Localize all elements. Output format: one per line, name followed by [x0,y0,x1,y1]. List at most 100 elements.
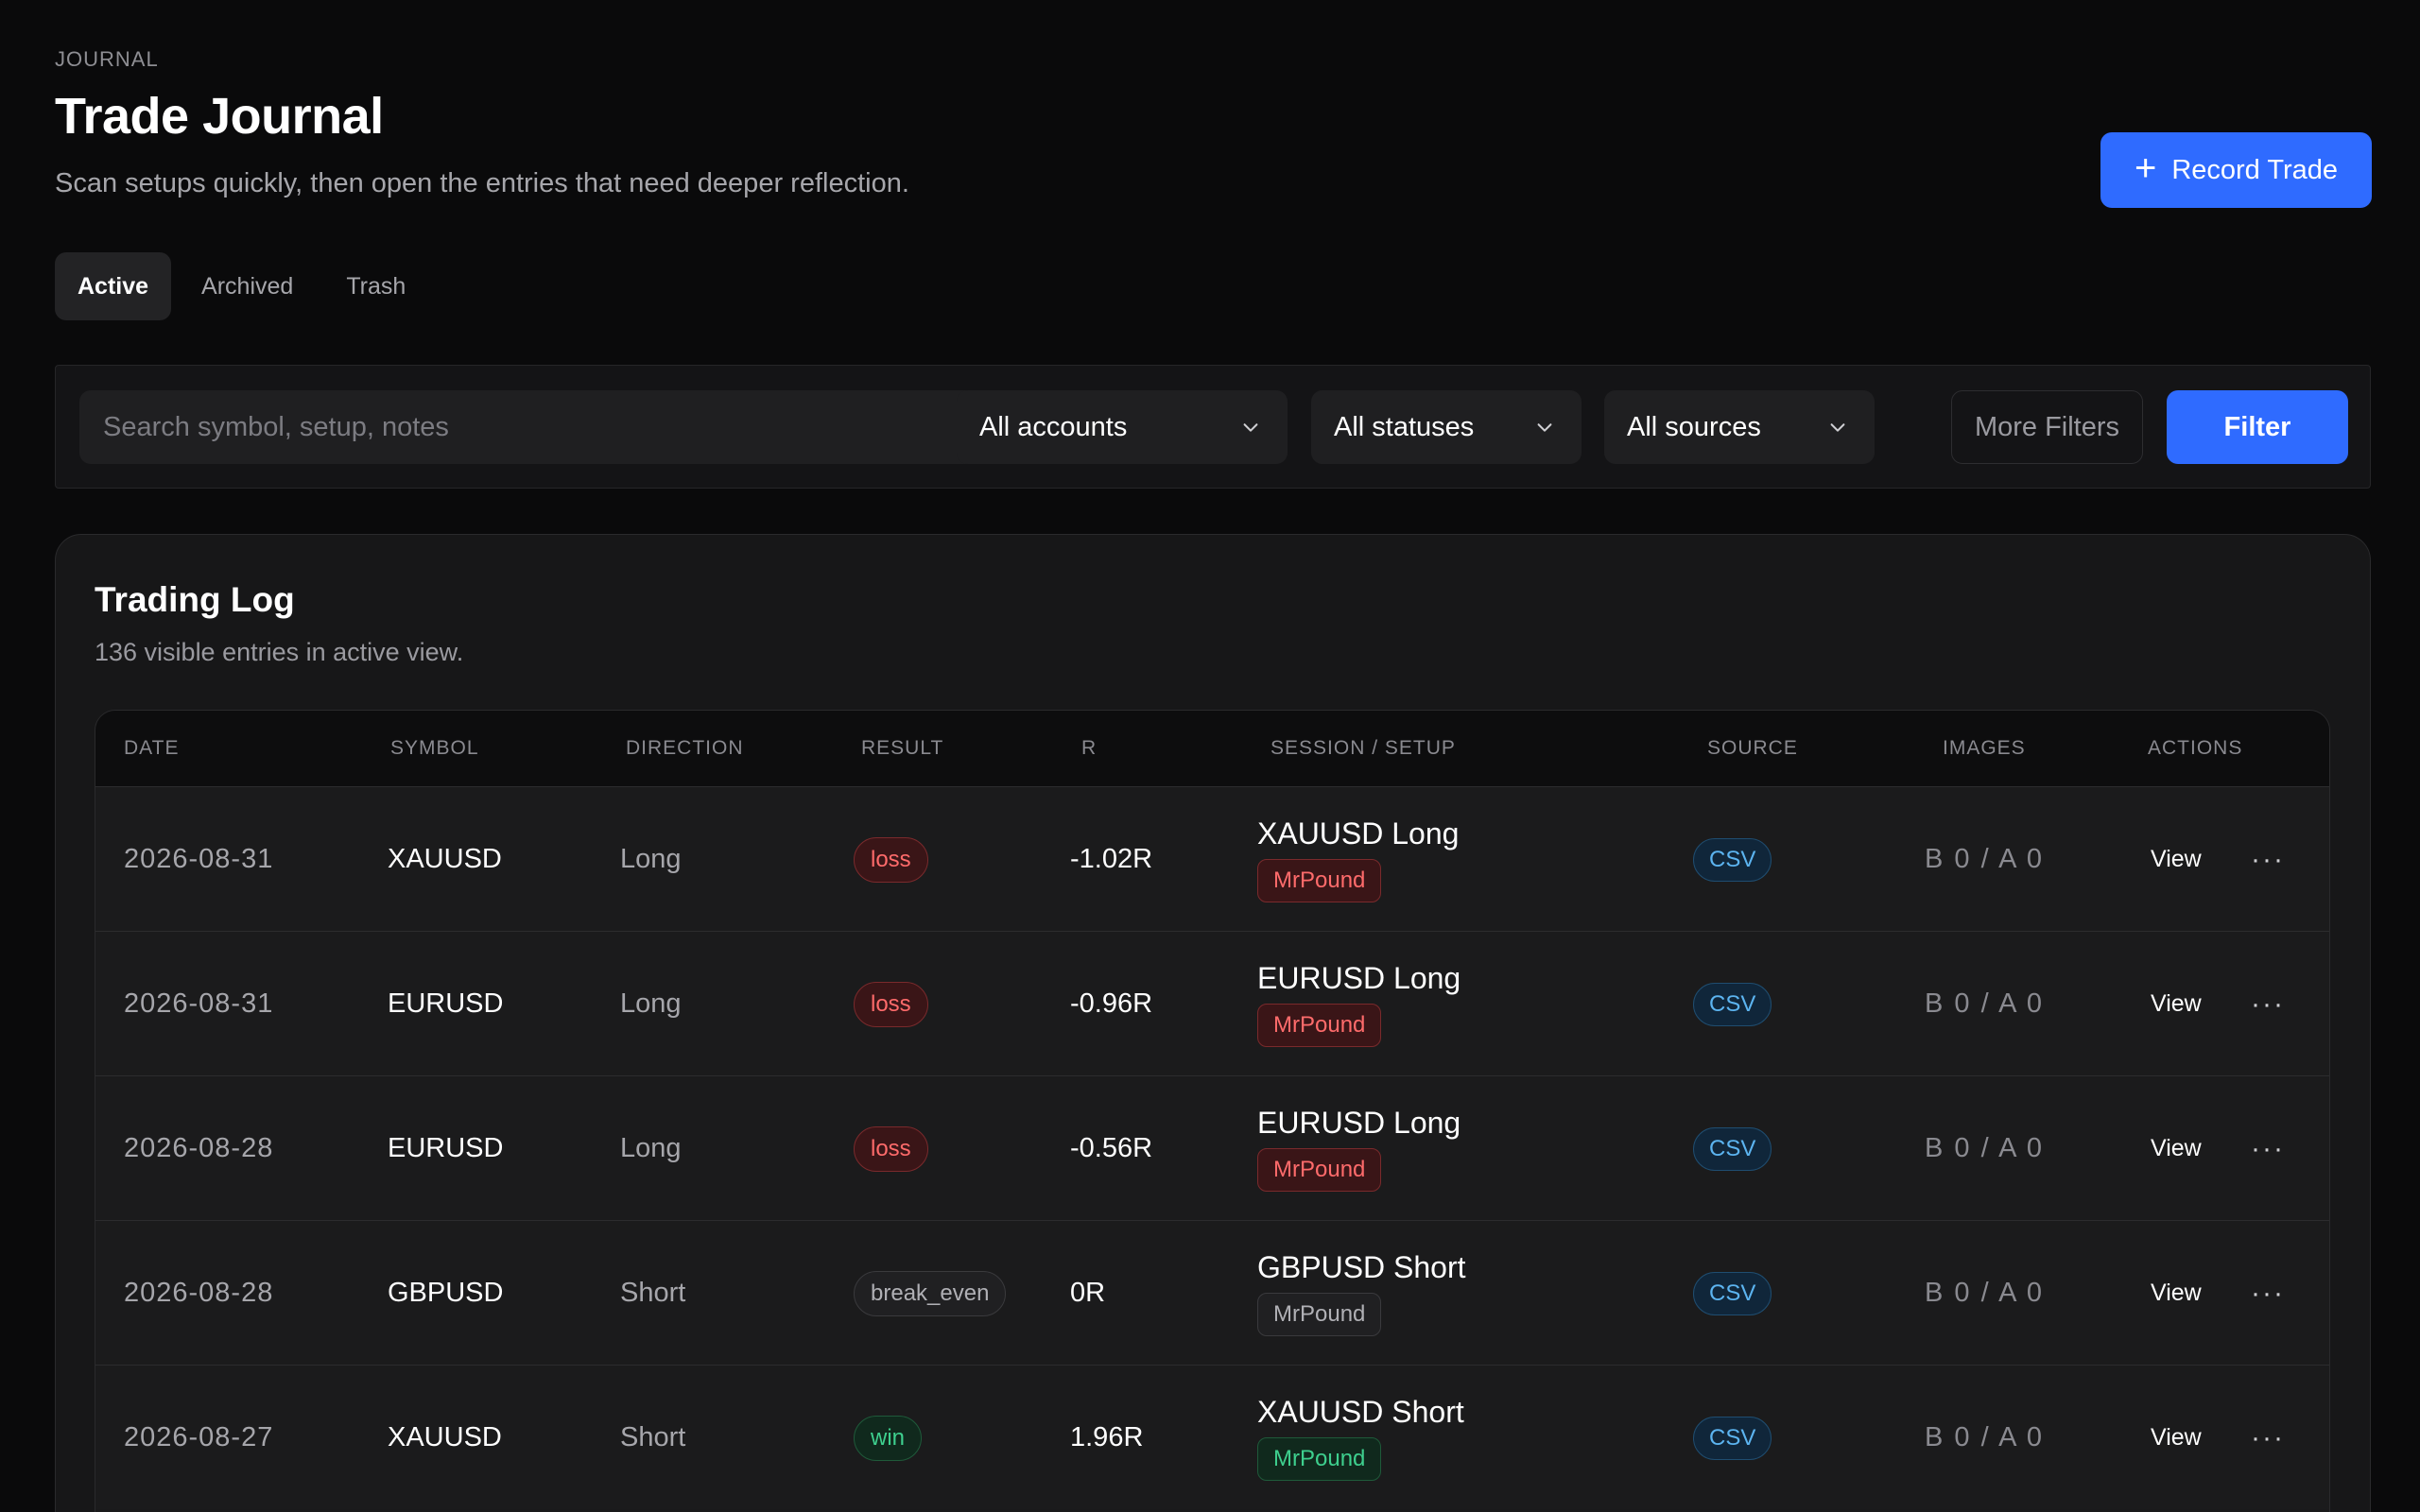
row-symbol: GBPUSD [388,1278,504,1308]
row-setup: XAUUSD Short MrPound [1257,1366,1464,1510]
more-actions-icon[interactable]: ··· [2251,1366,2285,1510]
row-r-value: -0.56R [1070,1133,1153,1163]
setup-name: XAUUSD Long [1257,816,1460,850]
more-actions-icon[interactable]: ··· [2251,787,2285,932]
row-direction: Short [620,1422,686,1452]
record-trade-button[interactable]: + Record Trade [2100,132,2372,208]
setup-tag: MrPound [1257,1293,1382,1336]
source-badge: CSV [1693,1271,1772,1315]
chevron-down-icon [1827,417,1848,438]
page-subtitle: Scan setups quickly, then open the entri… [55,168,909,198]
more-filters-button[interactable]: More Filters [1951,390,2143,464]
column-header-symbol: SYMBOL [390,737,479,759]
row-setup: EURUSD Long MrPound [1257,1076,1461,1221]
tab-active[interactable]: Active [55,252,172,320]
row-symbol: EURUSD [388,1133,504,1163]
search-input[interactable]: Search symbol, setup, notes [79,390,987,464]
row-images: B 0 / A 0 [1925,1422,2045,1452]
result-badge: loss [854,981,928,1027]
view-link[interactable]: View [2151,932,2202,1076]
result-badge: win [854,1415,923,1461]
sources-select[interactable]: All sources [1604,390,1875,464]
row-source: CSV [1693,932,1772,1076]
column-header-r: R [1081,737,1098,759]
table-row[interactable]: 2026-08-27 XAUUSD Short win 1.96R XAUUSD Shor… [95,1365,2329,1509]
setup-tag: MrPound [1257,859,1382,902]
row-source: CSV [1693,1221,1772,1366]
view-link[interactable]: View [2151,787,2202,932]
select-value: All statuses [1334,411,1475,442]
table-row[interactable]: 2026-08-31 XAUUSD Long loss -1.02R XAUUSD Lon… [95,786,2329,931]
column-header-result: RESULT [861,737,944,759]
row-date: 2026-08-28 [124,1133,274,1163]
setup-name: XAUUSD Short [1257,1395,1464,1429]
row-setup: GBPUSD Short MrPound [1257,1221,1466,1366]
column-header-date: DATE [124,737,180,759]
log-title: Trading Log [95,580,295,619]
page-eyebrow: JOURNAL [55,47,159,71]
trading-log-card: Trading Log 136 visible entries in activ… [55,534,2371,1512]
table-header: DATE SYMBOL DIRECTION RESULT R SESSION /… [95,711,2329,786]
row-date: 2026-08-27 [124,1422,274,1452]
row-r-value: -0.96R [1070,988,1153,1019]
setup-name: GBPUSD Short [1257,1250,1466,1284]
table-row[interactable]: 2026-08-28 EURUSD Long loss -0.56R EURUSD Lon… [95,1075,2329,1220]
log-subtitle: 136 visible entries in active view. [95,638,464,666]
row-images: B 0 / A 0 [1925,1133,2045,1163]
setup-name: EURUSD Long [1257,961,1461,995]
table-row[interactable]: 2026-08-28 GBPUSD Short break_even 0R GBPUSD … [95,1220,2329,1365]
row-result: loss [854,1076,928,1221]
statuses-select[interactable]: All statuses [1311,390,1582,464]
row-setup: EURUSD Long MrPound [1257,932,1461,1076]
setup-name: EURUSD Long [1257,1106,1461,1140]
row-images: B 0 / A 0 [1925,988,2045,1019]
tab-trash[interactable]: Trash [323,252,428,320]
more-actions-icon[interactable]: ··· [2251,1221,2285,1366]
row-source: CSV [1693,1076,1772,1221]
trades-table: DATE SYMBOL DIRECTION RESULT R SESSION /… [95,710,2330,1512]
tab-archived[interactable]: Archived [179,252,316,320]
column-header-source: SOURCE [1707,737,1798,759]
row-source: CSV [1693,1366,1772,1510]
result-badge: loss [854,836,928,883]
more-actions-icon[interactable]: ··· [2251,1076,2285,1221]
record-trade-label: Record Trade [2171,154,2339,185]
filter-bar: Search symbol, setup, notes All accounts… [55,365,2371,489]
row-date: 2026-08-31 [124,844,274,874]
column-header-images: IMAGES [1943,737,2026,759]
column-header-setup: SESSION / SETUP [1270,737,1456,759]
view-link[interactable]: View [2151,1366,2202,1510]
select-value: All accounts [979,411,1128,442]
view-tabs: Active Archived Trash [55,252,428,320]
row-images: B 0 / A 0 [1925,1278,2045,1308]
row-setup: XAUUSD Long MrPound [1257,787,1459,932]
chevron-down-icon [1534,417,1555,438]
row-result: break_even [854,1221,1007,1366]
row-r-value: 1.96R [1070,1422,1144,1452]
source-badge: CSV [1693,982,1772,1026]
row-direction: Long [620,988,682,1019]
row-date: 2026-08-28 [124,1278,274,1308]
source-badge: CSV [1693,1416,1772,1460]
select-value: All sources [1627,411,1761,442]
table-row[interactable]: 2026-08-31 EURUSD Long loss -0.96R EURUSD Lon… [95,931,2329,1075]
column-header-direction: DIRECTION [626,737,744,759]
source-badge: CSV [1693,837,1772,882]
setup-tag: MrPound [1257,1148,1382,1192]
chevron-down-icon [1240,417,1261,438]
row-result: loss [854,787,928,932]
journal-page: JOURNAL Trade Journal Scan setups quickl… [55,0,2372,1512]
row-r-value: -1.02R [1070,844,1153,874]
row-r-value: 0R [1070,1278,1106,1308]
view-link[interactable]: View [2151,1076,2202,1221]
row-result: win [854,1366,923,1510]
row-direction: Long [620,1133,682,1163]
view-link[interactable]: View [2151,1221,2202,1366]
row-direction: Long [620,844,682,874]
result-badge: loss [854,1125,928,1172]
accounts-select[interactable]: All accounts [957,390,1288,464]
row-images: B 0 / A 0 [1925,844,2045,874]
filter-button[interactable]: Filter [2167,390,2348,464]
more-actions-icon[interactable]: ··· [2251,932,2285,1076]
row-date: 2026-08-31 [124,988,274,1019]
